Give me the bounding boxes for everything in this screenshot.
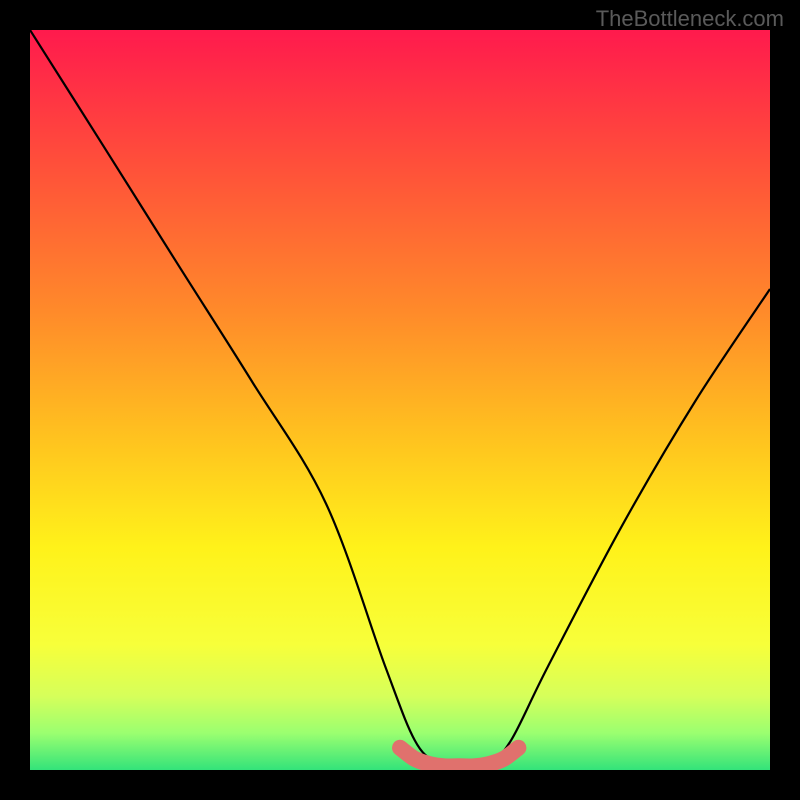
watermark-text: TheBottleneck.com [596,6,784,32]
chart-svg [30,30,770,770]
chart-area [30,30,770,770]
chart-background [30,30,770,770]
